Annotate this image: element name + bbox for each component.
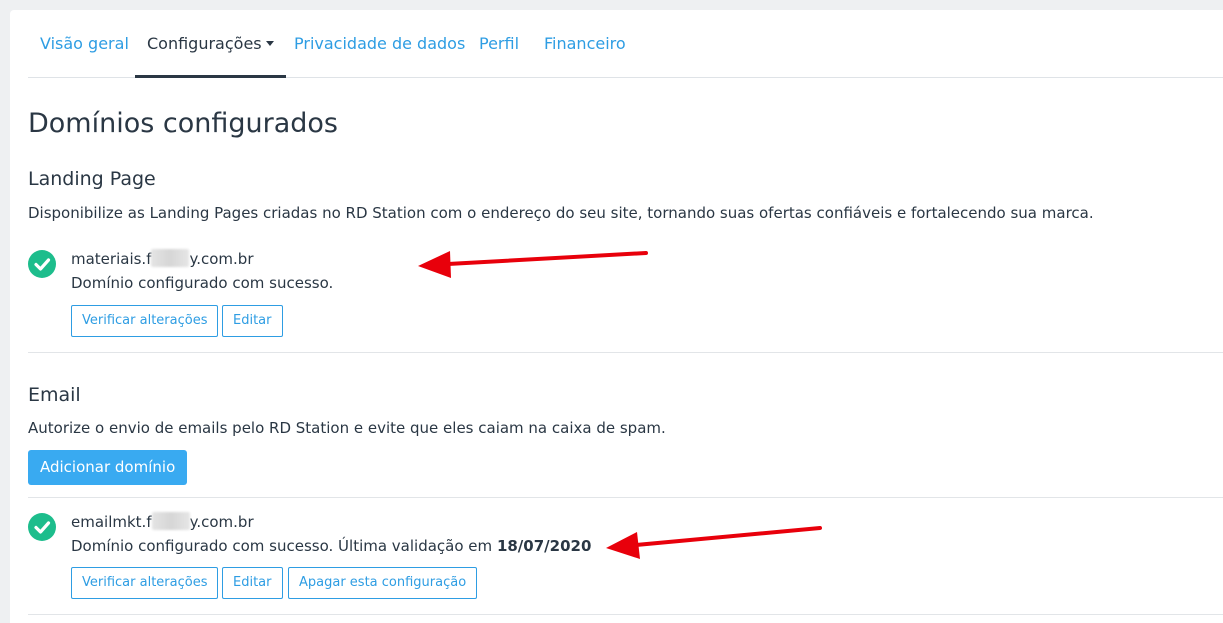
tab-label: Financeiro <box>544 34 626 53</box>
email-section-title: Email <box>28 384 81 406</box>
page-title: Domínios configurados <box>28 108 338 139</box>
tab-label: Privacidade de dados <box>294 34 466 53</box>
tab-perfil[interactable]: Perfil <box>479 10 519 78</box>
domain-suffix: y.com.br <box>189 513 254 531</box>
caret-down-icon <box>265 41 274 46</box>
landing-edit-button[interactable]: Editar <box>222 305 283 337</box>
email-domain: emailmkt.f y.com.br <box>71 512 254 531</box>
delete-configuration-button[interactable]: Apagar esta configuração <box>288 567 478 599</box>
tab-privacidade[interactable]: Privacidade de dados <box>294 10 465 78</box>
landing-section-title: Landing Page <box>28 168 156 190</box>
check-circle-icon <box>28 513 56 541</box>
domain-prefix: materiais.f <box>71 250 152 268</box>
section-divider <box>28 352 1223 353</box>
email-edit-button[interactable]: Editar <box>222 567 283 599</box>
email-status-text: Domínio configurado com sucesso. Última … <box>71 537 493 555</box>
landing-domain: materiais.f y.com.br <box>71 249 253 268</box>
tab-label: Visão geral <box>40 34 129 53</box>
landing-verify-button[interactable]: Verificar alterações <box>71 305 219 337</box>
email-verify-button[interactable]: Verificar alterações <box>71 567 219 599</box>
landing-description: Disponibilize as Landing Pages criadas n… <box>28 204 1094 222</box>
email-status: Domínio configurado com sucesso. Última … <box>71 537 591 555</box>
section-divider <box>28 614 1223 615</box>
redacted-text <box>151 512 190 530</box>
tab-visao-geral[interactable]: Visão geral <box>40 10 129 78</box>
email-description: Autorize o envio de emails pelo RD Stati… <box>28 419 666 437</box>
domain-suffix: y.com.br <box>189 250 254 268</box>
add-domain-button[interactable]: Adicionar domínio <box>28 450 188 485</box>
tab-configuracoes[interactable]: Configurações <box>135 10 286 78</box>
section-divider <box>28 497 1223 498</box>
domain-prefix: emailmkt.f <box>71 513 152 531</box>
check-circle-icon <box>28 250 56 278</box>
tab-label: Configurações <box>147 34 262 53</box>
validation-date: 18/07/2020 <box>496 537 592 555</box>
landing-status: Domínio configurado com sucesso. <box>71 274 334 292</box>
tab-label: Perfil <box>479 34 520 53</box>
redacted-text <box>151 249 190 267</box>
tab-bar: Visão geral Configurações Privacidade de… <box>28 10 1223 78</box>
tab-financeiro[interactable]: Financeiro <box>544 10 626 78</box>
